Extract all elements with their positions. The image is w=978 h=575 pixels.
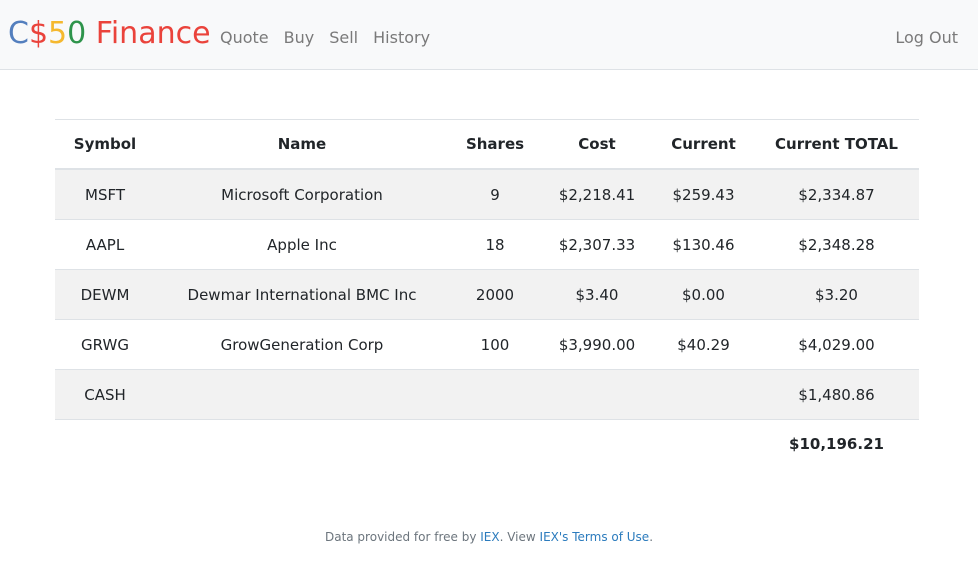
brand-part-c: C xyxy=(8,16,29,51)
table-row-cash: CASH $1,480.86 xyxy=(55,369,919,420)
footer-prefix: Data provided for free by xyxy=(324,530,481,544)
cell-total: $2,334.87 xyxy=(754,168,919,220)
cell-name: Dewmar International BMC Inc xyxy=(155,269,449,320)
cell-name: Apple Inc xyxy=(155,219,449,270)
cell-cost: $3,990.00 xyxy=(541,319,653,370)
brand-part-5: 5 xyxy=(48,16,68,51)
cell-cost xyxy=(541,369,653,420)
nav-sell-link[interactable]: Sell xyxy=(329,27,358,49)
table-row: AAPL Apple Inc 18 $2,307.33 $130.46 $2,3… xyxy=(55,219,919,270)
table-row: MSFT Microsoft Corporation 9 $2,218.41 $… xyxy=(55,168,919,220)
cell-current: $0.00 xyxy=(653,269,754,320)
header-shares: Shares xyxy=(449,119,541,170)
cell-symbol: DEWM xyxy=(55,269,155,320)
cell-symbol: CASH xyxy=(55,369,155,420)
cell-shares xyxy=(449,369,541,420)
header-name: Name xyxy=(155,119,449,170)
cell-symbol: MSFT xyxy=(55,168,155,220)
cell-cost: $2,307.33 xyxy=(541,219,653,270)
footer-middle: . View xyxy=(499,530,540,544)
cell-symbol: AAPL xyxy=(55,219,155,270)
cell-symbol: GRWG xyxy=(55,319,155,370)
grand-total-row: $10,196.21 xyxy=(55,419,919,468)
footer-suffix: . xyxy=(649,530,654,544)
header-cost: Cost xyxy=(541,119,653,170)
iex-terms-link[interactable]: IEX's Terms of Use xyxy=(540,530,650,544)
brand-part-0: 0 xyxy=(67,16,87,51)
logout-link[interactable]: Log Out xyxy=(895,27,958,49)
grand-total-value: $10,196.21 xyxy=(754,419,919,468)
table-row: DEWM Dewmar International BMC Inc 2000 $… xyxy=(55,269,919,320)
cell-total: $3.20 xyxy=(754,269,919,320)
brand-logo[interactable]: C$50 Finance xyxy=(8,14,211,54)
cell-shares: 100 xyxy=(449,319,541,370)
cell-name xyxy=(155,369,449,420)
cell-cost: $3.40 xyxy=(541,269,653,320)
brand-part-dollar: $ xyxy=(28,16,49,51)
cell-total: $4,029.00 xyxy=(754,319,919,370)
header-symbol: Symbol xyxy=(55,119,155,170)
cell-name: GrowGeneration Corp xyxy=(155,319,449,370)
footer: Data provided for free by IEX. View IEX'… xyxy=(0,528,978,546)
cell-cost: $2,218.41 xyxy=(541,168,653,220)
cell-current: $40.29 xyxy=(653,319,754,370)
cell-total: $1,480.86 xyxy=(754,369,919,420)
table-body: MSFT Microsoft Corporation 9 $2,218.41 $… xyxy=(55,168,919,420)
nav-buy-link[interactable]: Buy xyxy=(284,27,315,49)
nav-history-link[interactable]: History xyxy=(373,27,430,49)
portfolio-table: Symbol Name Shares Cost Current Current … xyxy=(55,119,919,468)
table-row: GRWG GrowGeneration Corp 100 $3,990.00 $… xyxy=(55,319,919,370)
cell-current xyxy=(653,369,754,420)
brand-part-finance: Finance xyxy=(86,16,211,51)
nav-quote-link[interactable]: Quote xyxy=(220,27,269,49)
cell-shares: 2000 xyxy=(449,269,541,320)
cell-name: Microsoft Corporation xyxy=(155,168,449,220)
cell-current: $130.46 xyxy=(653,219,754,270)
cell-current: $259.43 xyxy=(653,168,754,220)
grand-total-spacer xyxy=(55,419,754,468)
cell-total: $2,348.28 xyxy=(754,219,919,270)
header-current: Current xyxy=(653,119,754,170)
nav-links: Quote Buy Sell History xyxy=(220,27,445,49)
cell-shares: 9 xyxy=(449,168,541,220)
table-header: Symbol Name Shares Cost Current Current … xyxy=(55,119,919,170)
header-current-total: Current TOTAL xyxy=(754,119,919,170)
table-footer: $10,196.21 xyxy=(55,419,919,468)
table-header-row: Symbol Name Shares Cost Current Current … xyxy=(55,119,919,170)
navbar: C$50 Finance Quote Buy Sell History Log … xyxy=(0,0,978,70)
iex-link[interactable]: IEX xyxy=(480,530,499,544)
cell-shares: 18 xyxy=(449,219,541,270)
